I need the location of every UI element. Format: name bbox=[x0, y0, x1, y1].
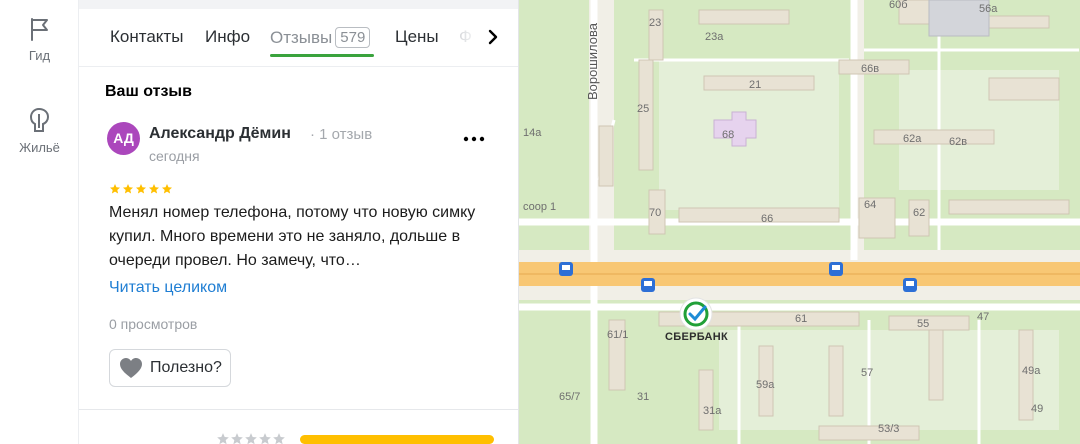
read-more-link[interactable]: Читать целиком bbox=[109, 279, 227, 297]
rail-item-guide[interactable]: Гид bbox=[0, 16, 79, 63]
rail-item-label: Жильё bbox=[19, 140, 60, 155]
author-review-count: · 1 отзыв bbox=[310, 126, 373, 143]
svg-text:64: 64 bbox=[864, 199, 876, 211]
review-rating-stars bbox=[109, 182, 174, 194]
more-options-button[interactable] bbox=[462, 130, 486, 148]
star-icon bbox=[136, 184, 146, 194]
star-icon bbox=[123, 184, 133, 194]
svg-text:Ворошилова: Ворошилова bbox=[585, 22, 600, 100]
chevron-right-icon bbox=[488, 29, 498, 45]
svg-text:23: 23 bbox=[649, 17, 661, 29]
tab-info[interactable]: Инфо bbox=[205, 27, 250, 47]
svg-text:66: 66 bbox=[761, 213, 773, 225]
svg-text:62: 62 bbox=[913, 207, 925, 219]
star-icon bbox=[259, 433, 271, 444]
svg-text:61: 61 bbox=[795, 313, 807, 325]
flag-icon bbox=[30, 18, 48, 41]
star-icon bbox=[273, 433, 285, 444]
tab-reviews[interactable]: Отзывы 579 bbox=[270, 27, 371, 48]
tabs-next-button[interactable] bbox=[482, 24, 504, 50]
panel-top-strip bbox=[79, 0, 518, 9]
svg-text:25: 25 bbox=[637, 103, 649, 115]
heart-icon bbox=[120, 358, 142, 378]
svg-text:61/1: 61/1 bbox=[607, 329, 628, 341]
star-icon bbox=[245, 433, 257, 444]
svg-text:31а: 31а bbox=[703, 405, 722, 417]
avatar[interactable]: АД bbox=[107, 122, 140, 155]
divider bbox=[79, 409, 518, 410]
tab-reviews-label: Отзывы bbox=[270, 28, 333, 47]
svg-text:49: 49 bbox=[1031, 403, 1043, 415]
map[interactable]: Ворошилова 23 23а 60б 56а 66в 21 14а 25 68 62… bbox=[519, 0, 1080, 444]
svg-text:соор 1: соор 1 bbox=[523, 201, 556, 213]
svg-text:65/7: 65/7 bbox=[559, 391, 580, 403]
svg-text:55: 55 bbox=[917, 318, 929, 330]
your-review-title: Ваш отзыв bbox=[105, 83, 192, 100]
svg-text:66в: 66в bbox=[861, 63, 879, 75]
tab-prices[interactable]: Цены bbox=[395, 27, 439, 47]
map-canvas[interactable]: Ворошилова 23 23а 60б 56а 66в 21 14а 25 68 62… bbox=[519, 0, 1080, 444]
rail-item-housing[interactable]: Жильё bbox=[0, 104, 79, 155]
svg-text:56а: 56а bbox=[979, 3, 998, 15]
poi-sberbank-label[interactable]: СБЕРБАНК bbox=[665, 331, 728, 343]
star-icon bbox=[231, 433, 243, 444]
star-icon bbox=[149, 184, 159, 194]
svg-text:60б: 60б bbox=[889, 0, 908, 11]
review-date: сегодня bbox=[149, 148, 200, 164]
rating-bar bbox=[300, 435, 494, 444]
svg-text:47: 47 bbox=[977, 311, 989, 323]
views-count: 0 просмотров bbox=[109, 316, 198, 332]
svg-text:49а: 49а bbox=[1022, 365, 1041, 377]
buildings-icon bbox=[29, 107, 49, 132]
reviews-count-badge: 579 bbox=[335, 27, 371, 48]
svg-text:59а: 59а bbox=[756, 379, 775, 391]
svg-text:68: 68 bbox=[722, 129, 734, 141]
place-panel: Контакты Инфо Отзывы579 Цены Ф Ваш отзыв… bbox=[79, 0, 519, 444]
svg-text:23а: 23а bbox=[705, 31, 724, 43]
useful-label: Полезно? bbox=[150, 359, 222, 376]
svg-text:31: 31 bbox=[637, 391, 649, 403]
svg-text:70: 70 bbox=[649, 207, 661, 219]
svg-text:62в: 62в bbox=[949, 136, 967, 148]
author-name[interactable]: Александр Дёмин bbox=[149, 125, 291, 143]
review-text: Менял номер телефона, потому что новую с… bbox=[109, 204, 476, 269]
active-tab-indicator bbox=[270, 54, 374, 57]
star-icon bbox=[217, 433, 229, 444]
rating-input-stars[interactable] bbox=[216, 432, 286, 444]
star-icon bbox=[162, 184, 172, 194]
svg-text:53/3: 53/3 bbox=[878, 423, 899, 435]
rail-item-label: Гид bbox=[28, 48, 51, 63]
svg-text:57: 57 bbox=[861, 367, 873, 379]
svg-text:14а: 14а bbox=[523, 127, 542, 139]
left-rail: Гид Жильё bbox=[0, 0, 79, 444]
svg-text:62а: 62а bbox=[903, 133, 922, 145]
star-icon bbox=[110, 184, 120, 194]
more-dots-icon bbox=[463, 136, 485, 142]
svg-text:21: 21 bbox=[749, 79, 761, 91]
tab-contacts[interactable]: Контакты bbox=[110, 27, 183, 47]
useful-button[interactable]: Полезно? bbox=[109, 349, 231, 387]
